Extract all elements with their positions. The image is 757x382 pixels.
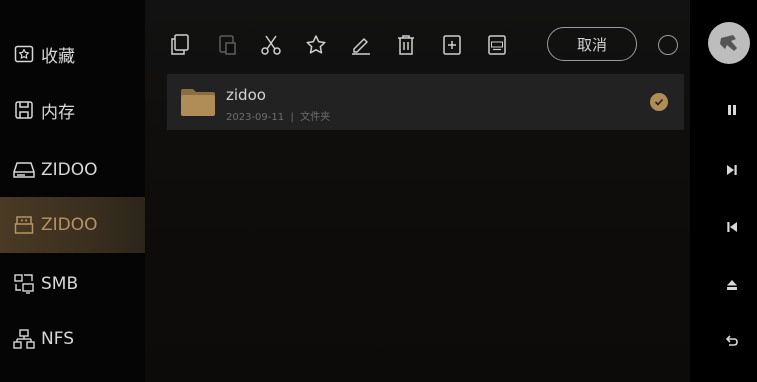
sidebar-item-favorites[interactable]: 收藏 xyxy=(0,26,145,82)
file-name: zidoo xyxy=(226,86,266,104)
sidebar-item-zidoo-usb[interactable]: ZIDOO xyxy=(0,197,145,253)
cancel-button[interactable]: 取消 xyxy=(547,27,637,61)
selected-check-icon[interactable] xyxy=(650,93,668,111)
ssd-icon[interactable] xyxy=(486,34,508,56)
file-meta: 2023-09-11 | 文件夹 xyxy=(226,108,330,123)
sidebar-item-storage[interactable]: 内存 xyxy=(0,82,145,138)
eject-icon[interactable] xyxy=(726,279,738,291)
select-all-toggle[interactable] xyxy=(658,35,678,55)
sidebar-item-label: 收藏 xyxy=(41,46,75,67)
favorite-icon[interactable] xyxy=(305,34,327,56)
next-track-icon[interactable] xyxy=(726,164,738,176)
avatar[interactable] xyxy=(708,22,750,64)
delete-icon[interactable] xyxy=(395,34,417,56)
pause-icon[interactable] xyxy=(726,104,738,116)
previous-track-icon[interactable] xyxy=(726,221,738,233)
meta-separator: | xyxy=(287,112,298,123)
sidebar-item-smb[interactable]: SMB xyxy=(0,256,145,312)
sidebar-item-nfs[interactable]: NFS xyxy=(0,311,145,367)
sidebar-item-label: ZIDOO xyxy=(41,215,98,235)
new-folder-icon[interactable] xyxy=(441,34,463,56)
sidebar-item-zidoo-drive[interactable]: ZIDOO xyxy=(0,142,145,198)
file-browser: 取消 zidoo 2023-09-11 | 文件夹 xyxy=(145,0,690,382)
usb-icon xyxy=(13,214,35,236)
return-icon[interactable] xyxy=(726,335,738,347)
rename-icon[interactable] xyxy=(350,34,372,56)
sidebar-item-label: NFS xyxy=(41,329,74,349)
file-type: 文件夹 xyxy=(300,112,331,123)
file-date: 2023-09-11 xyxy=(226,112,285,123)
copy-icon[interactable] xyxy=(169,34,191,56)
sidebar-item-label: 内存 xyxy=(41,102,75,123)
playback-bar xyxy=(690,0,757,382)
hard-drive-icon xyxy=(13,159,35,181)
sidebar-item-label: SMB xyxy=(41,274,79,294)
save-icon xyxy=(13,99,35,121)
sidebar: 收藏 内存 ZIDOO ZIDOO SMB NFS xyxy=(0,0,145,382)
folder-icon xyxy=(180,87,216,117)
network-share-icon xyxy=(13,273,35,295)
sidebar-item-label: ZIDOO xyxy=(41,160,98,180)
paste-icon[interactable] xyxy=(217,34,239,56)
network-tree-icon xyxy=(13,328,35,350)
list-item[interactable]: zidoo 2023-09-11 | 文件夹 xyxy=(167,74,684,130)
star-box-icon xyxy=(13,43,35,65)
cut-icon[interactable] xyxy=(260,34,282,56)
